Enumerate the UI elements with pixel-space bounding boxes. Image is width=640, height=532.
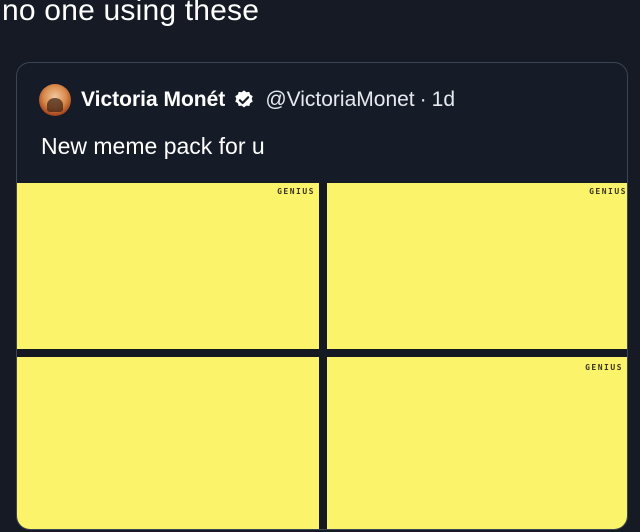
genius-watermark: GENIUS — [277, 187, 315, 196]
media-grid: GENIUS GENIUS GENIUS — [17, 183, 627, 529]
media-tile-2[interactable]: GENIUS — [327, 183, 627, 349]
grid-divider — [17, 349, 627, 357]
author-name[interactable]: Victoria Monét — [81, 88, 225, 112]
verified-badge-icon — [235, 90, 254, 108]
genius-watermark: GENIUS — [585, 363, 623, 372]
meme-caption: no one using these — [2, 0, 260, 27]
tweet-header: Victoria Monét @VictoriaMonet · 1d — [39, 83, 455, 117]
media-tile-3[interactable] — [17, 357, 319, 529]
media-tile-4[interactable]: GENIUS — [327, 357, 627, 529]
tweet-text: New meme pack for u — [41, 133, 265, 159]
dot-separator: · — [419, 88, 427, 111]
avatar-icon[interactable] — [39, 84, 71, 116]
quoted-tweet-card[interactable]: Victoria Monét @VictoriaMonet · 1d New m… — [16, 62, 628, 530]
media-tile-1[interactable]: GENIUS — [17, 183, 319, 349]
author-handle[interactable]: @VictoriaMonet — [265, 88, 414, 112]
tweet-timestamp[interactable]: 1d — [432, 88, 455, 112]
genius-watermark: GENIUS — [589, 187, 627, 196]
